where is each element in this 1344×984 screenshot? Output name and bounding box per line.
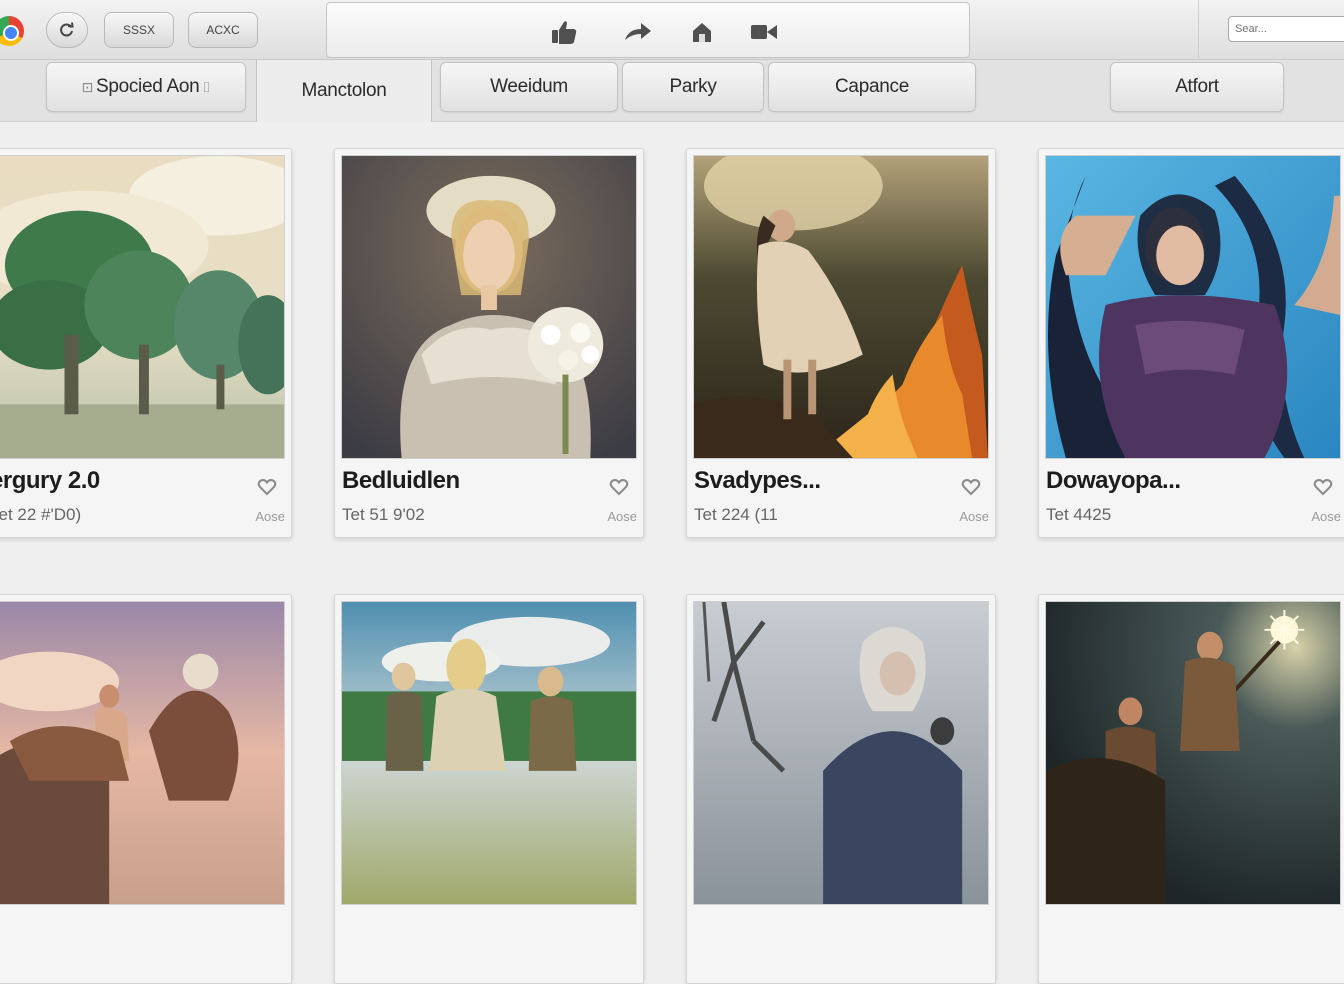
toolbar-action-group (326, 2, 970, 58)
heart-icon[interactable] (961, 477, 981, 497)
share-arrow-icon[interactable] (623, 19, 653, 45)
gallery-card[interactable] (0, 594, 292, 984)
video-camera-icon[interactable] (749, 19, 779, 45)
toolbar-button-2[interactable]: ACXC (188, 12, 258, 48)
tab-capance[interactable]: Capance (768, 62, 976, 112)
card-thumbnail[interactable] (693, 601, 989, 905)
card-meta: Tet 51 9'02 (342, 505, 425, 524)
gallery-card[interactable] (334, 594, 644, 984)
card-title[interactable]: Svadypes... (694, 467, 821, 495)
gallery-card[interactable]: Dowayopa... Tet 4425 Aose (1038, 148, 1344, 538)
gallery-card[interactable] (1038, 594, 1344, 984)
heart-icon[interactable] (257, 477, 277, 497)
toolbar-button-1[interactable]: SSSX (104, 12, 174, 48)
tab-label: Parky (669, 76, 717, 97)
tab-parky[interactable]: Parky (622, 62, 764, 112)
tab-label: Weeidum (490, 76, 568, 97)
tab-label: Capance (835, 76, 909, 97)
refresh-button[interactable] (46, 12, 88, 48)
app-logo-icon[interactable] (0, 16, 24, 46)
card-thumbnail[interactable] (0, 601, 285, 905)
tab-weeidum[interactable]: Weeidum (440, 62, 618, 112)
card-action-label[interactable]: Aose (607, 509, 637, 524)
tab-label: Spocied Aon (95, 76, 200, 97)
pin-icon: ⊡ (81, 78, 94, 95)
card-thumbnail[interactable] (341, 601, 637, 905)
card-thumbnail[interactable] (341, 155, 637, 459)
heart-icon[interactable] (1313, 477, 1333, 497)
card-thumbnail[interactable] (1045, 155, 1341, 459)
tab-manctolon[interactable]: Manctolon (256, 60, 432, 122)
gallery-card[interactable]: Bedluidlen Tet 51 9'02 Aose (334, 148, 644, 538)
card-meta: Tet 224 (11 (694, 505, 778, 524)
tab-label: Atfort (1175, 76, 1219, 97)
toolbar-divider (1198, 0, 1199, 60)
card-action-label[interactable]: Aose (255, 509, 285, 524)
lock-icon: ⌷ (202, 78, 211, 95)
home-icon[interactable] (687, 19, 717, 45)
tab-atfort[interactable]: Atfort (1110, 62, 1284, 112)
card-action-label[interactable]: Aose (959, 509, 989, 524)
tab-label: Manctolon (301, 80, 387, 101)
gallery-card[interactable]: ergury 2.0 Tet 22 #'D0) Aose (0, 148, 292, 538)
thumbs-up-icon[interactable] (549, 19, 579, 45)
gallery-card[interactable] (686, 594, 996, 984)
search-input[interactable] (1228, 16, 1344, 42)
card-title[interactable]: ergury 2.0 (0, 467, 100, 495)
top-toolbar: SSSX ACXC (0, 0, 1344, 60)
heart-icon[interactable] (609, 477, 629, 497)
tab-spocied-aon[interactable]: ⊡ Spocied Aon ⌷ (46, 62, 246, 112)
refresh-icon (60, 22, 74, 37)
card-meta: Tet 4425 (1046, 505, 1112, 524)
card-thumbnail[interactable] (0, 155, 285, 459)
card-title[interactable]: Dowayopa... (1046, 467, 1181, 495)
gallery-card[interactable]: Svadypes... Tet 224 (11 Aose (686, 148, 996, 538)
tab-bar: ⊡ Spocied Aon ⌷ Manctolon Weeidum Parky … (0, 60, 1344, 122)
card-thumbnail[interactable] (693, 155, 989, 459)
card-action-label[interactable]: Aose (1311, 509, 1341, 524)
card-thumbnail[interactable] (1045, 601, 1341, 905)
card-meta: Tet 22 #'D0) (0, 505, 82, 524)
card-title[interactable]: Bedluidlen (342, 467, 460, 495)
